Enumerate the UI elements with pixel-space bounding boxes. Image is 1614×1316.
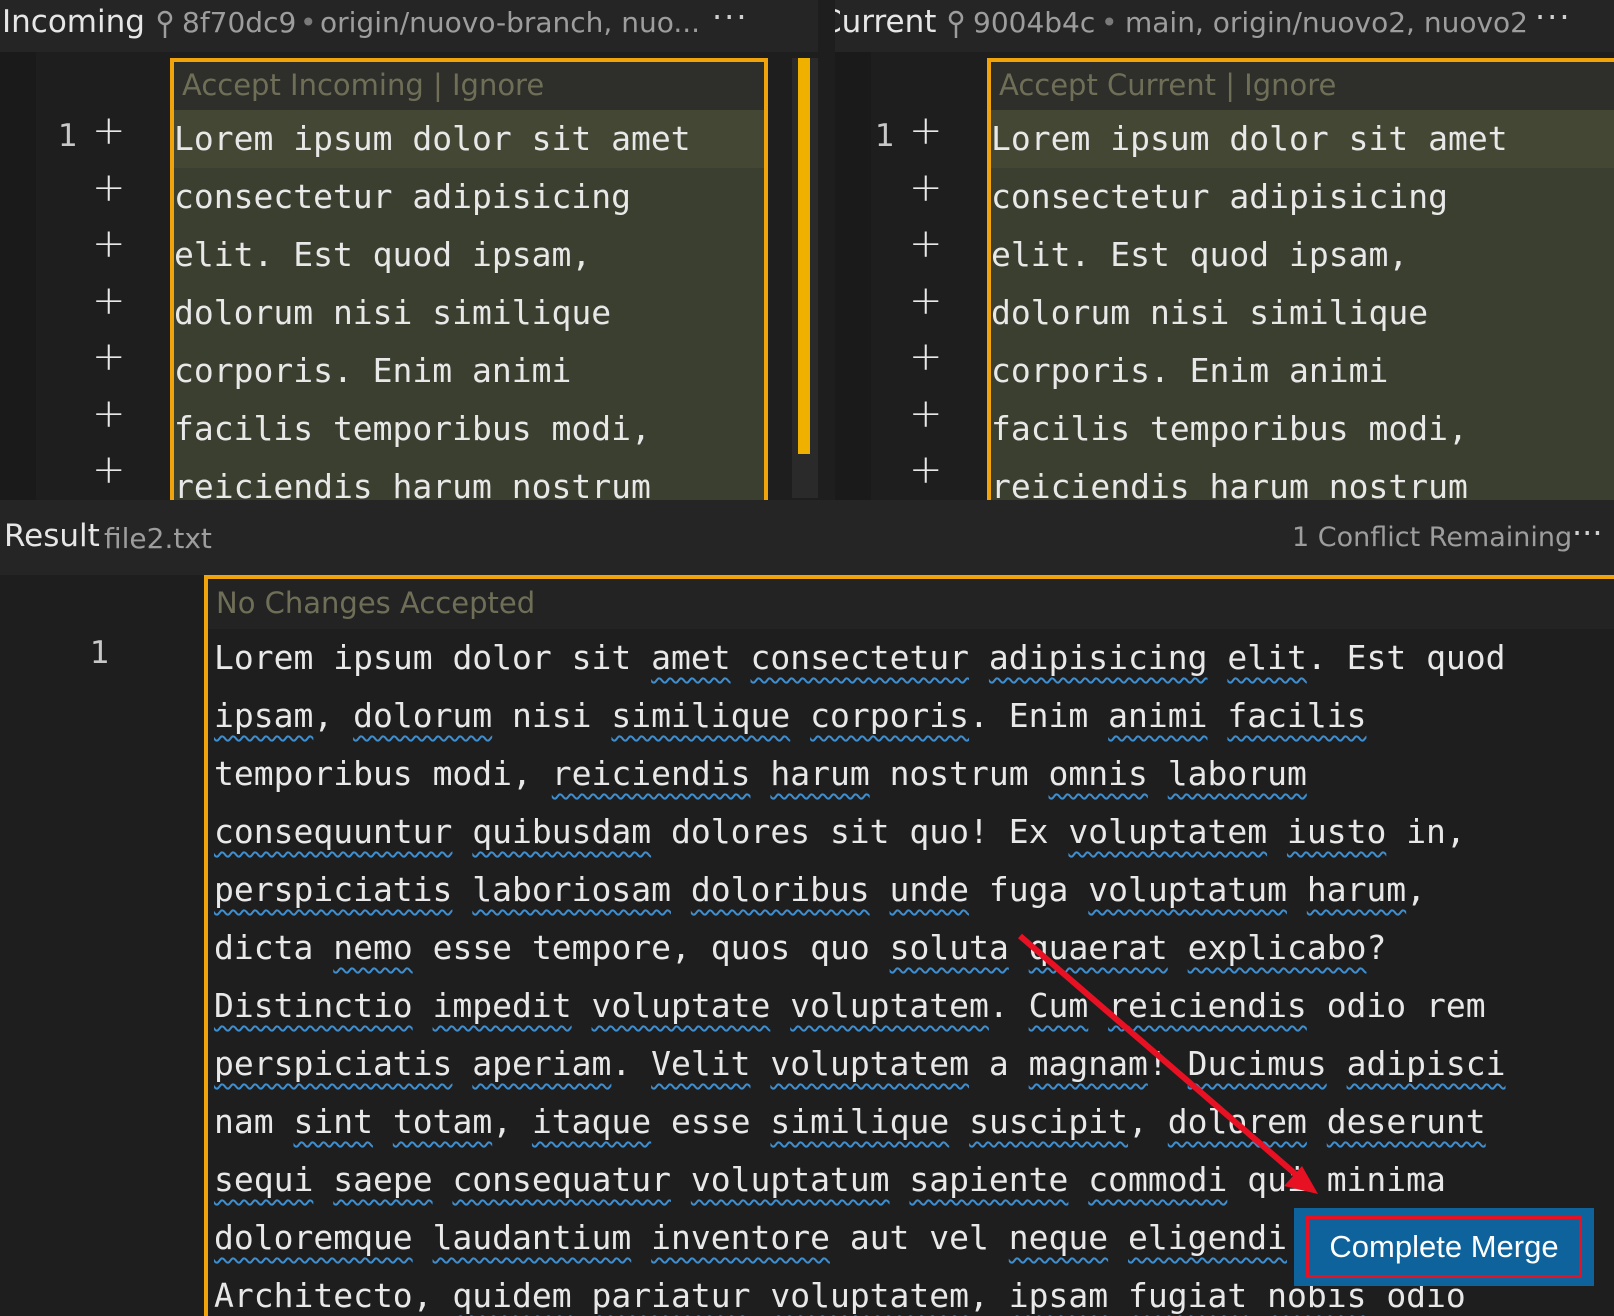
current-header: Current 9004b4c • main, origin/nuovo2, n… — [835, 0, 1614, 52]
result-line: temporibus modi, reiciendis harum nostru… — [214, 754, 1307, 793]
code-line: facilis temporibus modi, — [991, 409, 1468, 448]
incoming-pane: Incoming 8f70dc9 • origin/nuovo-branch, … — [0, 0, 818, 500]
code-line: consectetur adipisicing — [991, 177, 1448, 216]
result-title: Result — [4, 518, 100, 554]
incoming-title: Incoming — [2, 4, 145, 40]
conflicts-remaining[interactable]: 1 Conflict Remaining — [1292, 522, 1572, 553]
result-conflict-block: No Changes Accepted Lorem ipsum dolor si… — [204, 575, 1614, 1316]
gutter — [835, 52, 871, 500]
plus-icon: + — [909, 447, 943, 493]
current-title: Current — [835, 4, 937, 40]
code-line: facilis temporibus modi, — [174, 409, 651, 448]
result-line: ipsam, dolorum nisi similique corporis. … — [214, 696, 1367, 735]
commit-icon — [156, 8, 174, 44]
current-conflict-block: Accept Current | Ignore Lorem ipsum dolo… — [987, 58, 1614, 500]
code-line: consectetur adipisicing — [174, 177, 631, 216]
result-line: perspiciatis aperiam. Velit voluptatem a… — [214, 1044, 1506, 1083]
plus-icon: + — [909, 108, 943, 154]
complete-merge-label: Complete Merge — [1306, 1216, 1582, 1278]
line-number: 1 — [58, 118, 78, 154]
complete-merge-button[interactable]: Complete Merge — [1294, 1208, 1594, 1286]
plus-icon: + — [92, 108, 126, 154]
result-line: nam sint totam, itaque esse similique su… — [214, 1102, 1486, 1141]
result-more-icon[interactable]: ··· — [1572, 514, 1603, 552]
result-line: sequi saepe consequatur voluptatum sapie… — [214, 1160, 1446, 1199]
code-line: dolorum nisi similique — [174, 293, 612, 332]
code-line: reiciendis harum nostrum — [991, 467, 1468, 500]
incoming-codelens[interactable]: Accept Incoming | Ignore — [174, 62, 764, 110]
incoming-branches: origin/nuovo-branch, nuo... — [320, 6, 701, 39]
result-line: Distinctio impedit voluptate voluptatem.… — [214, 986, 1486, 1025]
plus-icon: + — [92, 221, 126, 267]
gutter — [0, 52, 36, 500]
plus-icon: + — [92, 334, 126, 380]
plus-icon: + — [909, 390, 943, 437]
separator-dot: • — [300, 6, 317, 39]
result-line: consequuntur quibusdam dolores sit quo! … — [214, 812, 1466, 851]
separator-dot: • — [1101, 6, 1118, 39]
result-header: Result file2.txt 1 Conflict Remaining ··… — [0, 500, 1614, 575]
result-codelens: No Changes Accepted — [208, 579, 1614, 629]
code-line: corporis. Enim animi — [991, 351, 1389, 390]
current-codelens[interactable]: Accept Current | Ignore — [991, 62, 1614, 110]
code-line: elit. Est quod ipsam, — [174, 235, 592, 274]
current-branches: main, origin/nuovo2, nuovo2 — [1125, 6, 1528, 39]
incoming-commit-hash[interactable]: 8f70dc9 — [182, 6, 296, 39]
incoming-code: Lorem ipsum dolor sit amet consectetur ad… — [174, 110, 764, 500]
incoming-header: Incoming 8f70dc9 • origin/nuovo-branch, … — [0, 0, 818, 52]
plus-icon: + — [909, 334, 943, 380]
result-line: perspiciatis laboriosam doloribus unde f… — [214, 870, 1427, 909]
plus-icon: + — [92, 277, 126, 324]
plus-icon: + — [909, 164, 943, 211]
plus-icon: + — [92, 390, 126, 437]
result-line: Lorem ipsum dolor sit amet consectetur a… — [214, 638, 1506, 677]
plus-icon: + — [92, 447, 126, 493]
code-line: corporis. Enim animi — [174, 351, 572, 390]
scrollbar-thumb[interactable] — [798, 58, 810, 454]
current-more-icon[interactable]: ··· — [1535, 0, 1572, 36]
incoming-conflict-block: Accept Incoming | Ignore Lorem ipsum dol… — [170, 58, 768, 500]
result-line: dicta nemo esse tempore, quos quo soluta… — [214, 928, 1387, 967]
line-number: 1 — [875, 118, 895, 154]
code-line: dolorum nisi similique — [991, 293, 1429, 332]
incoming-more-icon[interactable]: ··· — [712, 0, 749, 36]
commit-icon — [947, 8, 965, 44]
plus-icon: + — [92, 164, 126, 211]
code-line: reiciendis harum nostrum — [174, 467, 651, 500]
code-line: Lorem ipsum dolor sit amet — [174, 110, 764, 168]
incoming-scrollbar[interactable] — [792, 58, 818, 498]
result-file-name: file2.txt — [104, 522, 212, 555]
current-pane: Current 9004b4c • main, origin/nuovo2, n… — [835, 0, 1614, 500]
result-gutter: 1 — [0, 575, 206, 1312]
current-code: Lorem ipsum dolor sit amet consectetur ad… — [991, 110, 1614, 500]
code-line: Lorem ipsum dolor sit amet — [991, 110, 1614, 168]
code-line: elit. Est quod ipsam, — [991, 235, 1409, 274]
plus-icon: + — [909, 277, 943, 324]
current-commit-hash[interactable]: 9004b4c — [973, 6, 1095, 39]
plus-icon: + — [909, 221, 943, 267]
line-number: 1 — [90, 635, 110, 671]
